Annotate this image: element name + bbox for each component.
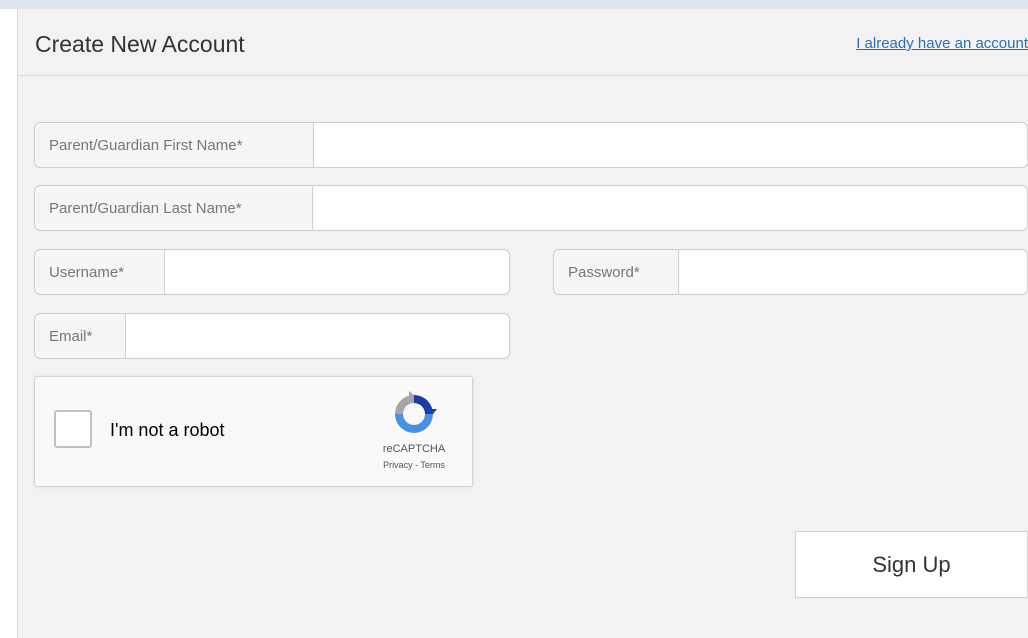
email-field: Email* (34, 313, 510, 359)
top-bar (0, 0, 1028, 9)
login-link[interactable]: I already have an account (856, 35, 1028, 52)
first-name-input[interactable] (314, 122, 1028, 168)
sign-up-button[interactable]: Sign Up (795, 531, 1028, 598)
recaptcha-label: I'm not a robot (110, 420, 225, 440)
recaptcha-brand: reCAPTCHA (382, 443, 446, 455)
recaptcha-checkbox[interactable] (54, 410, 92, 448)
page-title: Create New Account (35, 31, 245, 57)
username-input[interactable] (165, 249, 510, 295)
recaptcha-links: Privacy - Terms (355, 460, 473, 470)
panel-header: Create New Account I already have an acc… (18, 9, 1028, 76)
email-label: Email* (34, 313, 126, 359)
first-name-field: Parent/Guardian First Name* (34, 122, 1028, 168)
email-input[interactable] (126, 313, 510, 359)
last-name-field: Parent/Guardian Last Name* (34, 185, 1028, 231)
password-field: Password* (553, 249, 1028, 295)
password-label: Password* (553, 249, 679, 295)
password-input[interactable] (679, 249, 1028, 295)
recaptcha-logo-icon (395, 391, 437, 433)
username-field: Username* (34, 249, 510, 295)
recaptcha-widget: I'm not a robot reCAPTCHA Privacy - Term… (34, 376, 473, 487)
last-name-input[interactable] (313, 185, 1028, 231)
username-label: Username* (34, 249, 165, 295)
first-name-label: Parent/Guardian First Name* (34, 122, 314, 168)
recaptcha-privacy-link[interactable]: Privacy (383, 460, 413, 470)
last-name-label: Parent/Guardian Last Name* (34, 185, 313, 231)
recaptcha-terms-link[interactable]: Terms (420, 460, 445, 470)
